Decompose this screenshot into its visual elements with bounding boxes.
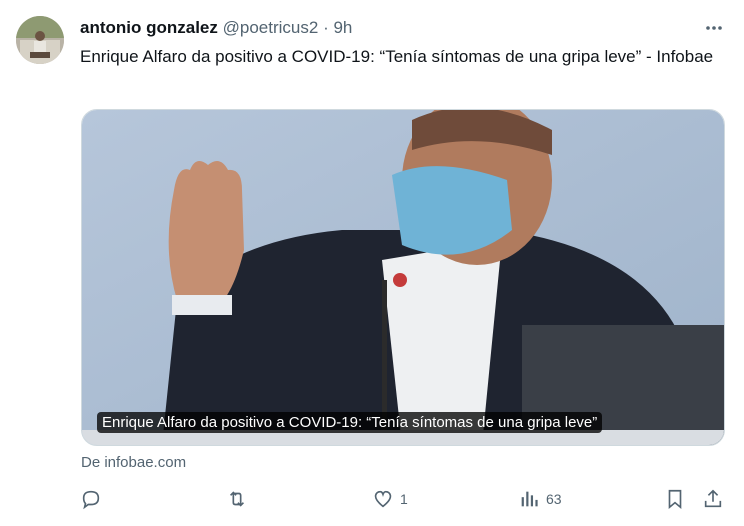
like-button[interactable]: 1 [372,486,408,512]
like-count: 1 [400,491,408,507]
views-icon [521,491,538,507]
separator-dot: · [323,18,329,37]
share-button[interactable] [702,486,724,512]
card-caption: Enrique Alfaro da positivo a COVID-19: “… [97,412,603,433]
reply-button[interactable] [80,486,108,512]
tweet-header: antonio gonzalez @poetricus2 · 9h [80,18,728,40]
avatar[interactable] [16,16,64,64]
tweet-time[interactable]: 9h [333,18,352,37]
tweet-text: Enrique Alfaro da positivo a COVID-19: “… [80,47,714,66]
share-icon [704,489,722,508]
action-bar: 1 63 [80,486,728,512]
card-image [82,110,724,445]
like-icon [374,490,392,508]
author-name[interactable]: antonio gonzalez [80,18,218,37]
reply-icon [82,490,100,510]
bookmark-button[interactable] [664,486,686,512]
retweet-button[interactable] [226,486,254,512]
retweet-icon [229,491,245,507]
author-handle[interactable]: @poetricus2 [223,18,319,37]
more-options-button[interactable] [700,14,728,42]
more-icon [706,26,722,30]
bookmark-icon [668,489,682,510]
card-source[interactable]: De infobae.com [81,454,186,471]
view-count: 63 [546,491,562,507]
views-button[interactable]: 63 [518,486,562,512]
link-card[interactable]: Enrique Alfaro da positivo a COVID-19: “… [81,109,725,446]
